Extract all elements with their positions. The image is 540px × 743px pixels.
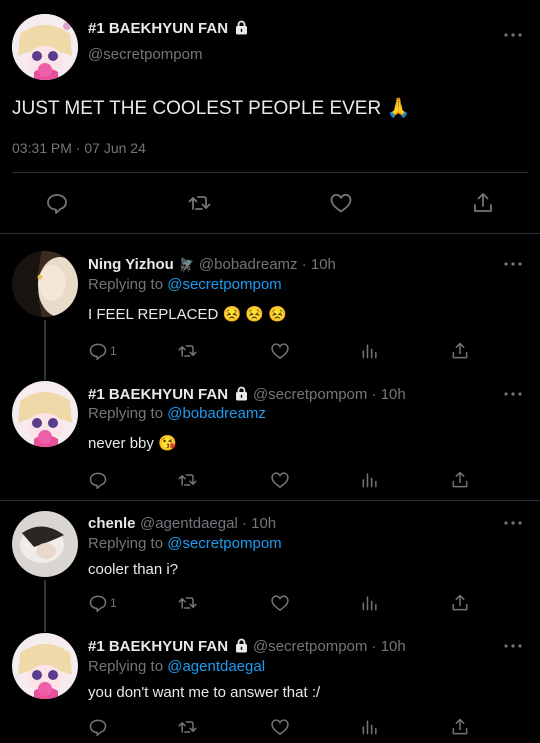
retweet-icon[interactable] xyxy=(186,190,214,216)
butterfly-badge-icon: 🪰 xyxy=(178,257,195,272)
reply-button[interactable]: 1 xyxy=(88,340,117,362)
reply-author-handle[interactable]: @agentdaegal · 10h xyxy=(140,515,276,532)
reply-button[interactable] xyxy=(88,716,108,738)
views-icon[interactable] xyxy=(359,592,381,614)
replying-to-label: Replying to xyxy=(88,276,164,293)
replying-to-label: Replying to xyxy=(88,658,164,675)
author-handle[interactable]: @secretpompom xyxy=(88,46,202,63)
reply-author-handle[interactable]: @bobadreamz · 10h xyxy=(199,256,336,273)
views-icon[interactable] xyxy=(359,716,381,738)
like-icon[interactable] xyxy=(269,716,291,738)
tweet-text: JUST MET THE COOLEST PEOPLE EVER 🙏 xyxy=(12,98,411,119)
lock-icon xyxy=(236,386,248,401)
avatar-illustration xyxy=(12,14,78,80)
avatar[interactable] xyxy=(12,511,78,577)
avatar-photo xyxy=(12,511,78,577)
more-icon[interactable] xyxy=(500,515,526,531)
share-icon[interactable] xyxy=(449,340,471,362)
retweet-icon[interactable] xyxy=(176,340,200,362)
reply-author-name[interactable]: chenle xyxy=(88,515,136,532)
reply-author-name[interactable]: #1 BAEKHYUN FAN xyxy=(88,638,228,655)
divider xyxy=(0,500,540,501)
replying-to-link[interactable]: @secretpompom xyxy=(167,535,281,552)
lock-icon xyxy=(236,20,248,35)
reply-author-name[interactable]: Ning Yizhou xyxy=(88,256,174,273)
reply-button[interactable] xyxy=(88,469,108,491)
reply-count: 1 xyxy=(110,596,117,610)
reply-author-handle[interactable]: @secretpompom · 10h xyxy=(253,638,406,655)
tweet-timestamp[interactable]: 03:31 PM · 07 Jun 24 xyxy=(12,140,146,156)
avatar[interactable] xyxy=(12,381,78,447)
reply-count: 1 xyxy=(110,344,117,358)
divider xyxy=(12,172,528,173)
replying-to-link[interactable]: @bobadreamz xyxy=(167,405,266,422)
replying-to-label: Replying to xyxy=(88,405,164,422)
reply-icon xyxy=(89,719,107,737)
avatar[interactable] xyxy=(12,251,78,317)
like-icon[interactable] xyxy=(269,469,291,491)
avatar-illustration xyxy=(12,381,78,447)
reply-text: cooler than i? xyxy=(88,561,179,578)
reply-icon xyxy=(89,343,107,361)
reply-icon xyxy=(89,472,107,490)
share-icon[interactable] xyxy=(470,190,496,216)
avatar-photo xyxy=(12,251,78,317)
reply-icon xyxy=(89,595,107,613)
like-icon[interactable] xyxy=(328,190,354,216)
replying-to-label: Replying to xyxy=(88,535,164,552)
replying-to-link[interactable]: @secretpompom xyxy=(167,276,281,293)
retweet-icon[interactable] xyxy=(176,469,200,491)
thread-line xyxy=(44,580,46,632)
more-icon[interactable] xyxy=(500,26,526,44)
reply-author-name[interactable]: #1 BAEKHYUN FAN xyxy=(88,386,228,403)
author-name[interactable]: #1 BAEKHYUN FAN xyxy=(88,20,228,37)
reply-text: I FEEL REPLACED 😣 😣 😣 xyxy=(88,306,287,323)
views-icon[interactable] xyxy=(359,469,381,491)
replying-to-link[interactable]: @agentdaegal xyxy=(167,658,265,675)
views-icon[interactable] xyxy=(359,340,381,362)
more-icon[interactable] xyxy=(500,638,526,654)
avatar-illustration xyxy=(12,633,78,699)
lock-icon xyxy=(236,638,248,653)
reply-text: never bby 😘 xyxy=(88,435,177,452)
share-icon[interactable] xyxy=(449,592,471,614)
retweet-icon[interactable] xyxy=(176,592,200,614)
share-icon[interactable] xyxy=(449,469,471,491)
avatar[interactable] xyxy=(12,633,78,699)
reply-icon[interactable] xyxy=(44,190,70,216)
more-icon[interactable] xyxy=(500,256,526,272)
divider xyxy=(0,233,540,234)
more-icon[interactable] xyxy=(500,386,526,402)
reply-button[interactable]: 1 xyxy=(88,592,117,614)
thread-line xyxy=(44,320,46,380)
reply-text: you don't want me to answer that :/ xyxy=(88,684,321,701)
like-icon[interactable] xyxy=(269,592,291,614)
share-icon[interactable] xyxy=(449,716,471,738)
reply-author-handle[interactable]: @secretpompom · 10h xyxy=(253,386,406,403)
like-icon[interactable] xyxy=(269,340,291,362)
retweet-icon[interactable] xyxy=(176,716,200,738)
avatar[interactable] xyxy=(12,14,78,80)
